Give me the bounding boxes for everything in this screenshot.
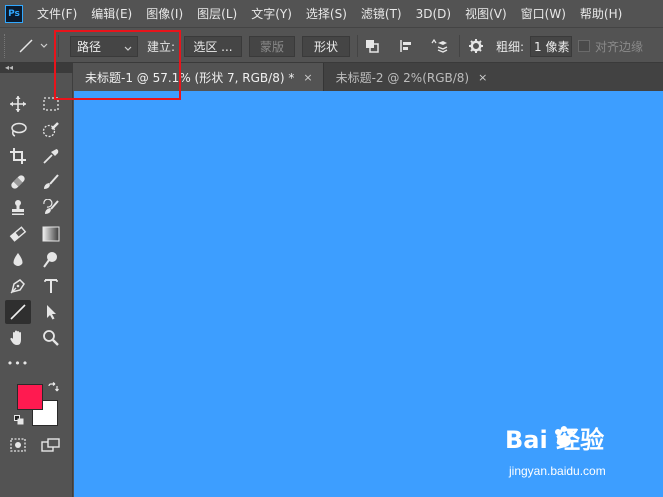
- tool-mode-select[interactable]: 路径: [70, 36, 138, 57]
- close-icon[interactable]: ×: [303, 71, 312, 84]
- zoom-tool-icon[interactable]: [38, 326, 64, 350]
- line-tool-preset-icon[interactable]: [16, 36, 36, 56]
- paw-icon: [551, 424, 577, 453]
- crop-tool-icon[interactable]: [5, 144, 31, 168]
- baidu-jingyan-watermark: Bai 经验 jingyan.baidu.com: [505, 420, 655, 490]
- lasso-tool-icon[interactable]: [5, 118, 31, 142]
- dodge-tool-icon[interactable]: [38, 248, 64, 272]
- tools-panel: ◂◂ •••: [0, 63, 73, 497]
- path-operations-icon[interactable]: [362, 36, 382, 56]
- menu-window[interactable]: 窗口(W): [521, 5, 566, 22]
- tools-panel-header: ◂◂: [0, 63, 73, 73]
- history-brush-tool-icon[interactable]: [38, 196, 64, 220]
- menu-edit[interactable]: 编辑(E): [91, 5, 132, 22]
- clone-stamp-tool-icon[interactable]: [5, 196, 31, 220]
- menu-bar: Ps 文件(F) 编辑(E) 图像(I) 图层(L) 文字(Y) 选择(S) 滤…: [0, 0, 663, 27]
- menu-filter[interactable]: 滤镜(T): [361, 5, 402, 22]
- default-colors-icon[interactable]: [14, 414, 24, 428]
- chevron-down-icon[interactable]: [38, 36, 50, 56]
- create-label: 建立:: [147, 39, 176, 54]
- path-selection-tool-icon[interactable]: [38, 300, 64, 324]
- move-tool-icon[interactable]: [5, 92, 31, 116]
- menu-help[interactable]: 帮助(H): [580, 5, 622, 22]
- quick-mask-icon[interactable]: [5, 433, 31, 457]
- eraser-tool-icon[interactable]: [5, 222, 31, 246]
- edit-toolbar-button[interactable]: •••: [5, 351, 31, 375]
- foreground-color-swatch[interactable]: [17, 384, 43, 410]
- menu-3d[interactable]: 3D(D): [416, 7, 451, 21]
- watermark-url: jingyan.baidu.com: [509, 464, 606, 478]
- tool-mode-value: 路径: [77, 40, 102, 54]
- swap-colors-icon[interactable]: [47, 382, 59, 397]
- menu-select[interactable]: 选择(S): [306, 5, 347, 22]
- eyedropper-tool-icon[interactable]: [38, 144, 64, 168]
- mask-button[interactable]: 蒙版: [249, 36, 295, 57]
- gear-icon[interactable]: [466, 36, 486, 56]
- photoshop-logo-icon: Ps: [5, 4, 23, 23]
- tab-document-2[interactable]: 未标题-2 @ 2%(RGB/8) ×: [322, 63, 498, 91]
- more-tools-icon: •••: [6, 356, 30, 370]
- menu-file[interactable]: 文件(F): [37, 5, 77, 22]
- align-edges-label: 对齐边缘: [595, 39, 644, 54]
- shape-button[interactable]: 形状: [302, 36, 350, 57]
- menu-layer[interactable]: 图层(L): [197, 5, 237, 22]
- hand-tool-icon[interactable]: [5, 326, 31, 350]
- chevron-down-icon: [124, 41, 132, 55]
- pen-tool-icon[interactable]: [5, 274, 31, 298]
- brush-tool-icon[interactable]: [38, 170, 64, 194]
- menu-view[interactable]: 视图(V): [465, 5, 507, 22]
- type-tool-icon[interactable]: [38, 274, 64, 298]
- line-tool-icon[interactable]: [5, 300, 31, 324]
- tab-document-1[interactable]: 未标题-1 @ 57.1% (形状 7, RGB/8) * ×: [73, 63, 323, 91]
- align-edges-checkbox[interactable]: [578, 40, 590, 52]
- weight-input[interactable]: 1 像素: [530, 36, 572, 57]
- blur-tool-icon[interactable]: [5, 248, 31, 272]
- weight-label: 粗细:: [496, 39, 525, 54]
- document-tab-bar: 未标题-1 @ 57.1% (形状 7, RGB/8) * × 未标题-2 @ …: [73, 63, 663, 91]
- marquee-tool-icon[interactable]: [38, 92, 64, 116]
- close-icon[interactable]: ×: [478, 71, 487, 84]
- tab-title: 未标题-1 @ 57.1% (形状 7, RGB/8) *: [85, 70, 295, 85]
- path-alignment-icon[interactable]: [396, 36, 416, 56]
- options-bar-grip[interactable]: [4, 34, 7, 58]
- screen-mode-icon[interactable]: [38, 433, 64, 457]
- menu-image[interactable]: 图像(I): [146, 5, 183, 22]
- tab-title: 未标题-2 @ 2%(RGB/8): [335, 70, 470, 85]
- healing-brush-tool-icon[interactable]: [5, 170, 31, 194]
- menu-type[interactable]: 文字(Y): [251, 5, 292, 22]
- options-bar: 路径 建立: 选区 ... 蒙版 形状 粗细: 1 像素 对齐边缘: [0, 27, 663, 63]
- collapse-icon[interactable]: ◂◂: [5, 63, 13, 73]
- gradient-tool-icon[interactable]: [38, 222, 64, 246]
- quick-selection-tool-icon[interactable]: [38, 118, 64, 142]
- path-arrangement-icon[interactable]: [429, 36, 449, 56]
- selection-button[interactable]: 选区 ...: [184, 36, 242, 57]
